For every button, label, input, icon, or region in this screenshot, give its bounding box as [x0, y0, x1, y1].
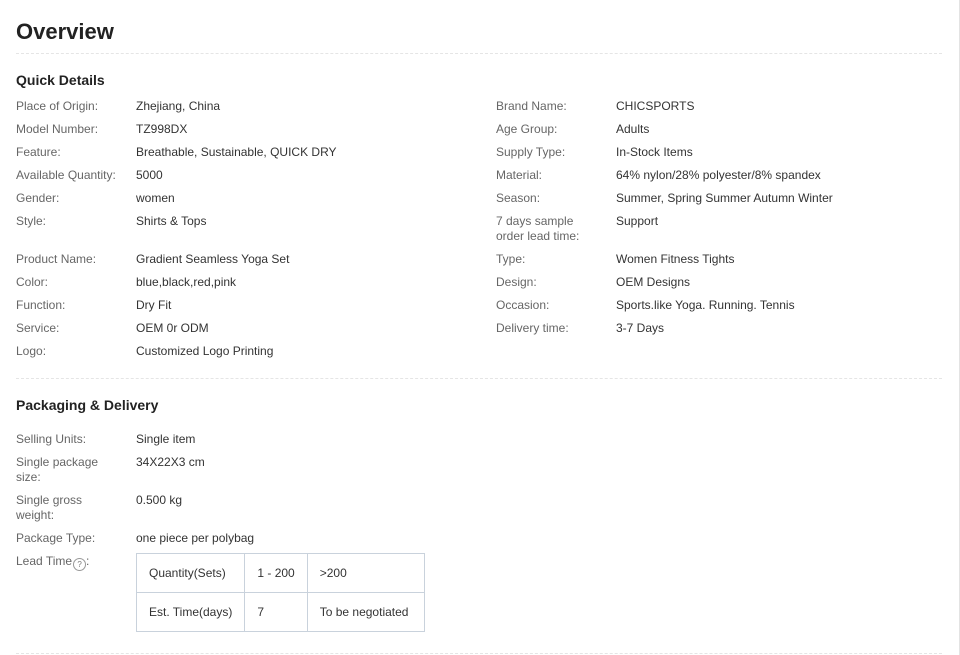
detail-label: Service: [16, 321, 60, 335]
detail-value: Breathable, Sustainable, QUICK DRY [136, 145, 337, 159]
detail-label: Function: [16, 298, 66, 312]
table-cell: Est. Time(days) [135, 592, 246, 632]
table-cell: >200 [306, 553, 425, 593]
detail-label: Style: [16, 214, 47, 228]
quick-details-heading: Quick Details [16, 72, 105, 88]
detail-value: 64% nylon/28% polyester/8% spandex [616, 168, 821, 182]
detail-value: Dry Fit [136, 298, 172, 312]
detail-value: In-Stock Items [616, 145, 693, 159]
detail-label: Model Number: [16, 122, 99, 136]
detail-label: Package Type: [16, 531, 96, 545]
detail-label: Logo: [16, 344, 47, 358]
detail-value: Single item [136, 432, 196, 446]
detail-value: Sports.like Yoga. Running. Tennis [616, 298, 795, 312]
detail-value: 5000 [136, 168, 163, 182]
lead-time-colon: : [86, 554, 90, 568]
detail-label: Color: [16, 275, 49, 289]
page-title: Overview [16, 19, 114, 44]
table-row: Quantity(Sets) 1 - 200 >200 [135, 553, 425, 593]
table-cell: To be negotiated [306, 592, 425, 632]
detail-value: Gradient Seamless Yoga Set [136, 252, 290, 266]
detail-value: Adults [616, 122, 650, 136]
detail-label: Type: [496, 252, 526, 266]
detail-label: Brand Name: [496, 99, 567, 113]
detail-value: Summer, Spring Summer Autumn Winter [616, 191, 833, 205]
detail-label: Season: [496, 191, 541, 205]
detail-value: one piece per polybag [136, 531, 255, 545]
detail-label: Product Name: [16, 252, 97, 266]
bottom-divider [16, 653, 942, 654]
detail-value: 0.500 kg [136, 493, 183, 507]
detail-label: Place of Origin: [16, 99, 99, 113]
lead-time-label: Lead Time?: [16, 554, 128, 571]
help-icon[interactable]: ? [73, 558, 87, 571]
detail-value: Customized Logo Printing [136, 344, 274, 358]
detail-value: women [136, 191, 175, 205]
detail-value: Women Fitness Tights [616, 252, 735, 266]
table-cell: 1 - 200 [244, 553, 308, 593]
detail-label: Single package size: [16, 455, 99, 484]
title-divider [16, 53, 942, 54]
detail-label: Material: [496, 168, 543, 182]
detail-value: Support [616, 214, 659, 228]
detail-label: 7 days sample order lead time: [496, 214, 580, 243]
table-cell: Quantity(Sets) [135, 553, 246, 593]
table-cell: 7 [244, 592, 308, 632]
detail-value: CHICSPORTS [616, 99, 695, 113]
detail-value: Zhejiang, China [136, 99, 221, 113]
detail-value: 3-7 Days [616, 321, 665, 335]
detail-value: 34X22X3 cm [136, 455, 205, 469]
detail-label: Age Group: [496, 122, 558, 136]
packaging-heading: Packaging & Delivery [16, 397, 159, 413]
section-divider [16, 378, 942, 379]
detail-label: Design: [496, 275, 537, 289]
lead-time-table: Quantity(Sets) 1 - 200 >200 Est. Time(da… [135, 553, 425, 632]
detail-value: TZ998DX [136, 122, 188, 136]
detail-label: Gender: [16, 191, 60, 205]
lead-time-label-text: Lead Time [16, 554, 73, 568]
detail-value: OEM Designs [616, 275, 691, 289]
table-row: Est. Time(days) 7 To be negotiated [135, 592, 425, 632]
detail-label: Single gross weight: [16, 493, 83, 522]
detail-label: Delivery time: [496, 321, 569, 335]
detail-label: Selling Units: [16, 432, 87, 446]
detail-label: Occasion: [496, 298, 550, 312]
detail-label: Supply Type: [496, 145, 566, 159]
detail-label: Available Quantity: [16, 168, 116, 182]
detail-value: Shirts & Tops [136, 214, 207, 228]
detail-label: Feature: [16, 145, 61, 159]
detail-value: OEM 0r ODM [136, 321, 209, 335]
detail-value: blue,black,red,pink [136, 275, 237, 289]
